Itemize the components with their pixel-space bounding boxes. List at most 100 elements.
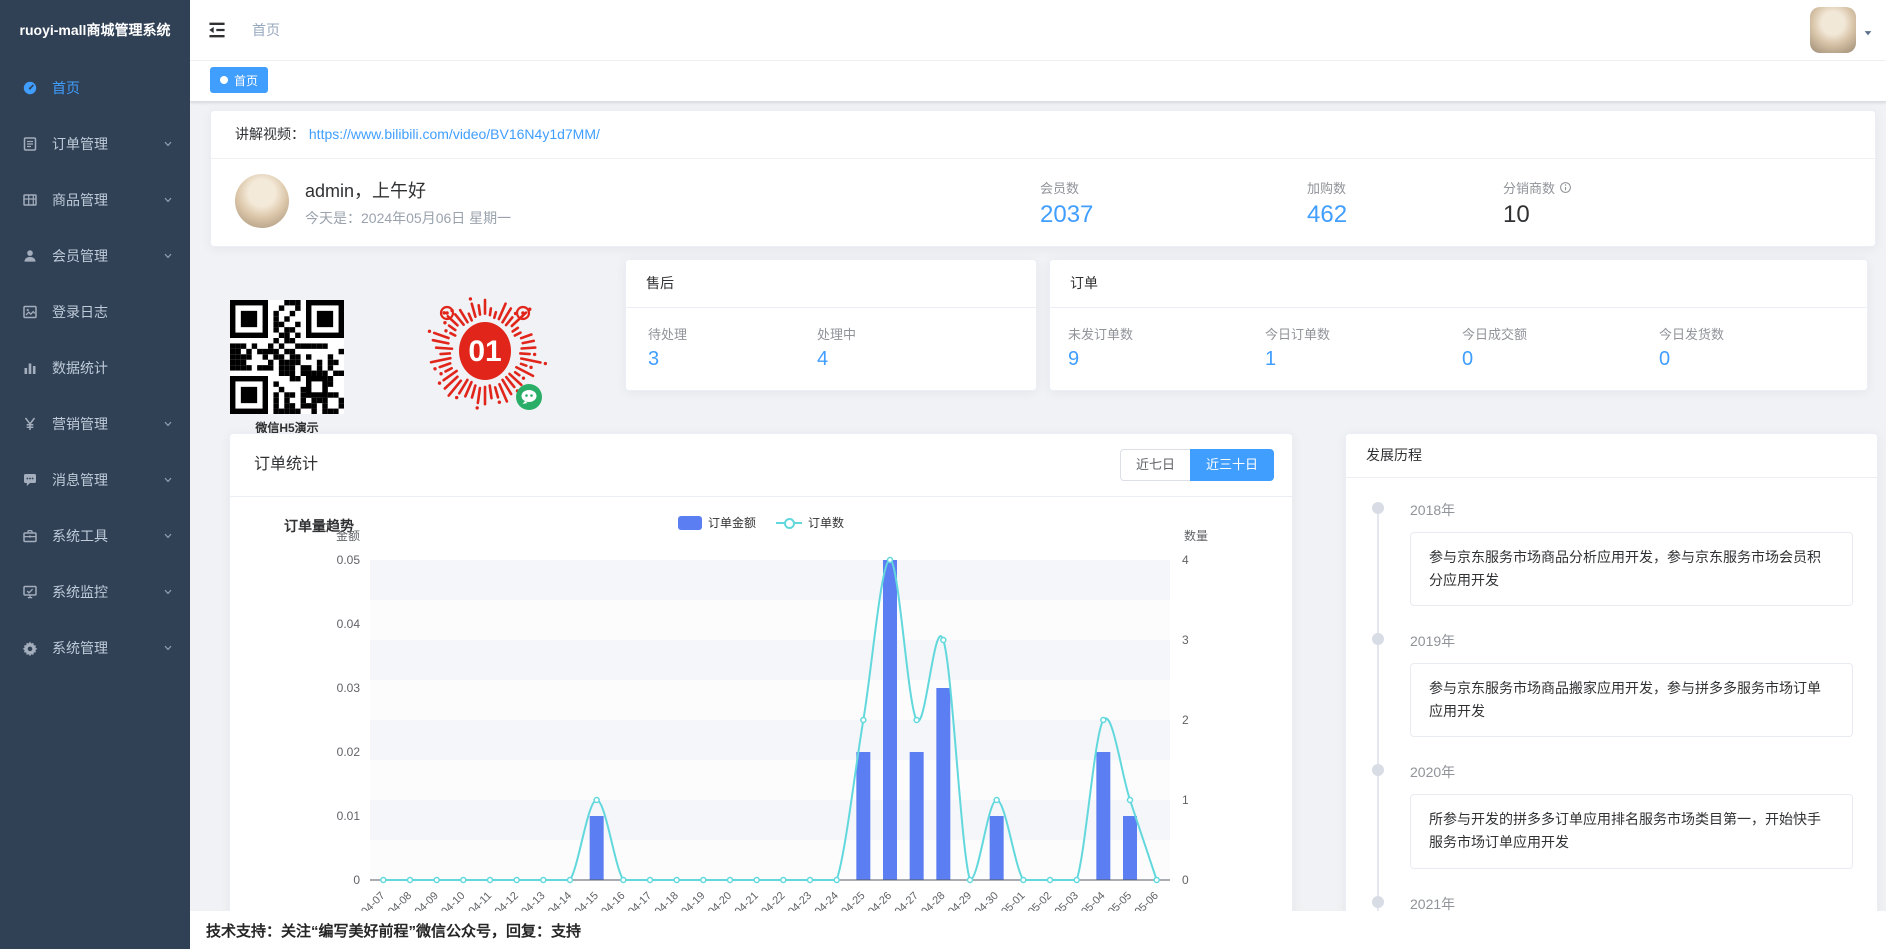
stat-value: 10 [1503, 201, 1572, 229]
svg-text:0.02: 0.02 [337, 745, 361, 759]
timeline-year: 2020年 [1410, 762, 1853, 782]
timeline-year: 2019年 [1410, 631, 1853, 651]
wechat-h5-qr-code [230, 300, 344, 414]
svg-text:数量: 数量 [1184, 528, 1208, 543]
sidebar-item-label: 登录日志 [52, 302, 108, 322]
sidebar-item-system-monitor[interactable]: 系统监控 [0, 564, 190, 620]
user-avatar[interactable] [1810, 7, 1856, 53]
svg-text:1: 1 [1182, 793, 1189, 807]
breadcrumb[interactable]: 首页 [252, 0, 280, 60]
timeline-dot [1372, 764, 1384, 776]
order-trend-chart: 金额数量00.010.020.030.040.050123404-0704-08… [240, 524, 1290, 924]
sidebar-item-message-management[interactable]: 消息管理 [0, 452, 190, 508]
stat-label: 今日发货数 [1659, 324, 1856, 343]
stat-label: 未发订单数 [1068, 324, 1265, 343]
caret-down-icon [1862, 27, 1874, 39]
chevron-down-icon [162, 250, 174, 262]
stat-distributors: 分销商数 10 [1503, 178, 1572, 229]
timeline-text: 所参与开发的拼多多订单应用排名服务市场类目第一，开始快手服务市场订单应用开发 [1410, 794, 1853, 868]
sidebar-item-label: 订单管理 [52, 134, 108, 154]
order-unshipped: 未发订单数 9 [1068, 324, 1265, 371]
last-7-days-button[interactable]: 近七日 [1120, 449, 1190, 481]
sidebar-fold-icon[interactable] [206, 19, 228, 41]
app-title: ruoyi-mall商城管理系统 [0, 0, 190, 60]
tools-icon [22, 528, 38, 544]
svg-text:0: 0 [1182, 873, 1189, 887]
goods-icon [22, 192, 38, 208]
order-today-shipped: 今日发货数 0 [1659, 324, 1856, 371]
video-banner: 讲解视频： https://www.bilibili.com/video/BV1… [211, 111, 1875, 159]
tags-view-bar: 首页 [190, 60, 1886, 102]
order-today-amount: 今日成交额 0 [1462, 324, 1659, 371]
chevron-down-icon [162, 530, 174, 542]
timeline-item-2020: 2020年 所参与开发的拼多多订单应用排名服务市场类目第一，开始快手服务市场订单… [1372, 762, 1853, 868]
video-link[interactable]: https://www.bilibili.com/video/BV16N4y1d… [309, 126, 600, 142]
timeline-item-2018: 2018年 参与京东服务市场商品分析应用开发，参与京东服务市场会员积分应用开发 [1372, 500, 1853, 606]
timeline-dot [1372, 633, 1384, 645]
svg-text:0.03: 0.03 [337, 681, 361, 695]
range-button-group: 近七日 近三十日 [1120, 449, 1274, 481]
statistics-icon [22, 360, 38, 376]
development-history-card: 发展历程 2018年 参与京东服务市场商品分析应用开发，参与京东服务市场会员积分… [1345, 433, 1878, 949]
tag-label: 首页 [234, 72, 258, 89]
sidebar-item-label: 系统工具 [52, 526, 108, 546]
stat-label: 分销商数 [1503, 178, 1555, 197]
svg-text:01: 01 [468, 335, 501, 368]
active-tag-dot [220, 76, 228, 84]
sidebar-item-label: 首页 [52, 78, 80, 98]
sidebar-item-marketing-management[interactable]: 营销管理 [0, 396, 190, 452]
tag-home[interactable]: 首页 [210, 67, 268, 93]
sidebar-item-home[interactable]: 首页 [0, 60, 190, 116]
stat-label: 会员数 [1040, 178, 1093, 197]
wechat-miniprogram-code: 01 [421, 291, 553, 419]
sidebar-item-label: 消息管理 [52, 470, 108, 490]
chevron-down-icon [162, 474, 174, 486]
sidebar-item-login-log[interactable]: 登录日志 [0, 284, 190, 340]
footer-text: 技术支持：关注“编写美好前程”微信公众号，回复：支持 [206, 920, 581, 941]
sidebar-item-goods-management[interactable]: 商品管理 [0, 172, 190, 228]
sidebar-item-order-management[interactable]: 订单管理 [0, 116, 190, 172]
top-navbar: 首页 [190, 0, 1886, 61]
message-icon [22, 472, 38, 488]
stat-cart-adds: 加购数 462 [1307, 178, 1347, 229]
svg-text:金额: 金额 [336, 528, 360, 543]
timeline-year: 2018年 [1410, 500, 1853, 520]
sidebar-item-label: 系统管理 [52, 638, 108, 658]
svg-text:3: 3 [1182, 633, 1189, 647]
order-card-title: 订单 [1050, 260, 1867, 308]
timeline-title: 发展历程 [1346, 434, 1877, 478]
banner-card: 讲解视频： https://www.bilibili.com/video/BV1… [210, 110, 1876, 247]
sidebar-item-system-tools[interactable]: 系统工具 [0, 508, 190, 564]
stat-value: 0 [1462, 348, 1659, 371]
stat-value: 4 [817, 348, 986, 371]
order-statistics-card: 订单统计 近七日 近三十日 订单量趋势 订单金额 订单数 金额数量00.010.… [229, 433, 1293, 949]
svg-text:4: 4 [1182, 553, 1189, 567]
aftersale-pending: 待处理 3 [648, 324, 817, 371]
sidebar-item-system-management[interactable]: 系统管理 [0, 620, 190, 676]
stat-label: 待处理 [648, 324, 817, 343]
timeline-text: 参与京东服务市场商品分析应用开发，参与京东服务市场会员积分应用开发 [1410, 532, 1853, 606]
sidebar-item-data-statistics[interactable]: 数据统计 [0, 340, 190, 396]
aftersale-processing: 处理中 4 [817, 324, 986, 371]
stat-value: 462 [1307, 201, 1347, 229]
sidebar: ruoyi-mall商城管理系统 首页 订单管理 商品管理 会员管理 登录日志 … [0, 0, 190, 949]
info-icon[interactable] [1559, 181, 1572, 194]
marketing-icon [22, 416, 38, 432]
chevron-down-icon [162, 418, 174, 430]
greeting-stats: 会员数 2037 加购数 462 分销商数 10 [211, 178, 1875, 238]
sidebar-item-label: 系统监控 [52, 582, 108, 602]
video-banner-label: 讲解视频： [235, 126, 305, 142]
svg-text:2: 2 [1182, 713, 1189, 727]
order-statistics-title: 订单统计 [254, 434, 318, 496]
stat-value: 2037 [1040, 201, 1093, 229]
timeline-item-2019: 2019年 参与京东服务市场商品搬家应用开发，参与拼多多服务市场订单应用开发 [1372, 631, 1853, 737]
login-log-icon [22, 304, 38, 320]
sidebar-item-label: 数据统计 [52, 358, 108, 378]
order-today-count: 今日订单数 1 [1265, 324, 1462, 371]
sidebar-item-member-management[interactable]: 会员管理 [0, 228, 190, 284]
stat-value: 3 [648, 348, 817, 371]
chevron-down-icon [162, 194, 174, 206]
chevron-down-icon [162, 642, 174, 654]
stat-label: 今日成交额 [1462, 324, 1659, 343]
last-30-days-button[interactable]: 近三十日 [1190, 449, 1274, 481]
